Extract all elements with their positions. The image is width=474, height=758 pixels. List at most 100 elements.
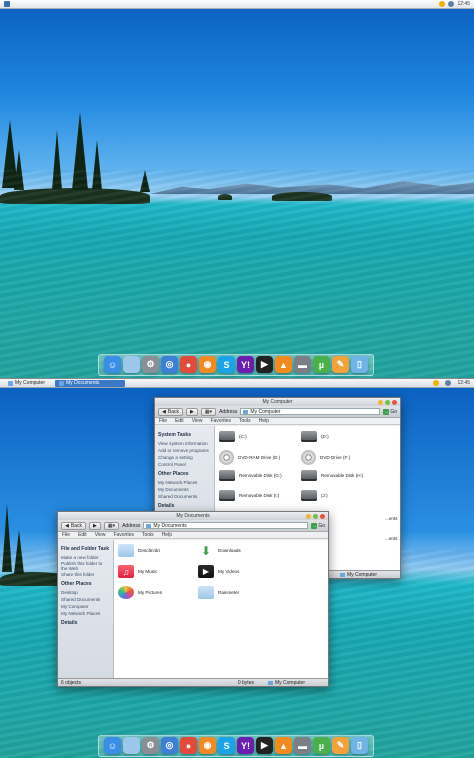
computer-icon: [339, 572, 345, 577]
media-icon[interactable]: ▶: [256, 737, 273, 754]
taskbar-my-computer[interactable]: My Computer: [4, 380, 49, 387]
app-icon[interactable]: ✎: [332, 737, 349, 754]
folder-item[interactable]: ...ents: [385, 516, 398, 521]
trash-icon[interactable]: ▯: [351, 356, 368, 373]
folder-item[interactable]: ...ents: [385, 536, 398, 541]
maximize-button[interactable]: [313, 513, 318, 519]
folder-item[interactable]: My Pictures: [118, 586, 162, 599]
status-icon[interactable]: [433, 380, 440, 386]
go-button[interactable]: → Go: [311, 522, 325, 529]
folder-item[interactable]: ▶ My Videos: [198, 565, 239, 578]
hdd-icon[interactable]: ▬: [294, 356, 311, 373]
minimize-button[interactable]: [306, 513, 311, 519]
menubar-clock[interactable]: 12:45: [457, 1, 470, 7]
menu-edit[interactable]: Edit: [78, 532, 87, 538]
menu-file[interactable]: File: [159, 418, 167, 424]
place-shared-documents[interactable]: Shared Documents: [158, 493, 211, 500]
place-network[interactable]: My Network Places: [158, 479, 211, 486]
chrome-icon[interactable]: ●: [180, 356, 197, 373]
skype-icon[interactable]: S: [218, 737, 235, 754]
back-button[interactable]: ◀ Back: [158, 407, 183, 416]
minimize-button[interactable]: [378, 399, 383, 405]
folder-item[interactable]: Rainmeter: [198, 586, 239, 599]
media-icon[interactable]: ▶: [256, 356, 273, 373]
close-button[interactable]: [392, 399, 397, 405]
drive-item[interactable]: Removable Disk (H:): [301, 470, 363, 481]
task-publish-folder[interactable]: Publish this folder to the Web: [61, 561, 110, 571]
hdd-icon[interactable]: ▬: [294, 737, 311, 754]
place-desktop[interactable]: Desktop: [61, 589, 110, 596]
drive-item[interactable]: (C:): [219, 431, 247, 442]
utorrent-icon[interactable]: µ: [313, 737, 330, 754]
finder-icon[interactable]: ☺: [104, 737, 121, 754]
task-new-folder[interactable]: Make a new folder: [61, 554, 110, 561]
place-shared-documents[interactable]: Shared Documents: [61, 596, 110, 603]
task-control-panel[interactable]: Control Panel: [158, 461, 211, 468]
menu-tools[interactable]: Tools: [239, 418, 251, 424]
views-button[interactable]: ▦▾: [103, 521, 120, 530]
menu-view[interactable]: View: [95, 532, 106, 538]
drive-item[interactable]: Removable Disk (I:): [219, 490, 279, 501]
item-label: My Pictures: [138, 590, 162, 595]
trash-icon[interactable]: ▯: [351, 737, 368, 754]
maximize-button[interactable]: [385, 399, 390, 405]
task-view-system-info[interactable]: View system information: [158, 440, 211, 447]
apple-menu-icon[interactable]: [4, 1, 10, 7]
forward-button[interactable]: ▶: [185, 407, 198, 416]
firefox-icon[interactable]: ◉: [199, 737, 216, 754]
folder-item[interactable]: ♫ My Music: [118, 565, 157, 578]
menu-edit[interactable]: Edit: [175, 418, 184, 424]
place-network[interactable]: My Network Places: [61, 610, 110, 617]
views-button[interactable]: ▦▾: [200, 407, 217, 416]
menu-tools[interactable]: Tools: [142, 532, 154, 538]
yahoo-icon[interactable]: Y!: [237, 737, 254, 754]
close-button[interactable]: [320, 513, 325, 519]
skype-icon[interactable]: S: [218, 356, 235, 373]
drive-item[interactable]: DVD-RAM Drive (E:): [219, 450, 280, 465]
menu-help[interactable]: Help: [259, 418, 269, 424]
vlc-icon[interactable]: ▲: [275, 356, 292, 373]
back-button[interactable]: ◀ Back: [61, 521, 86, 530]
window-title-bar[interactable]: My Documents: [58, 512, 328, 520]
menu-favorites[interactable]: Favorites: [210, 418, 231, 424]
task-share-folder[interactable]: Share this folder: [61, 571, 110, 578]
taskbar-clock[interactable]: 12:45: [457, 380, 470, 386]
launchpad-icon[interactable]: [123, 356, 140, 373]
taskbar-my-documents[interactable]: My Documents: [55, 379, 126, 387]
safari-icon[interactable]: ◎: [161, 356, 178, 373]
folder-item[interactable]: Descărcări: [118, 544, 160, 557]
notification-icon[interactable]: [448, 1, 455, 7]
address-bar[interactable]: My Computer: [240, 408, 381, 415]
app-icon[interactable]: ✎: [332, 356, 349, 373]
firefox-icon[interactable]: ◉: [199, 356, 216, 373]
place-my-computer[interactable]: My Computer: [61, 603, 110, 610]
forward-button[interactable]: ▶: [88, 521, 101, 530]
settings-icon[interactable]: ⚙: [142, 356, 159, 373]
menu-file[interactable]: File: [62, 532, 70, 538]
folder-item[interactable]: ⬇ Downloads: [198, 544, 241, 558]
task-change-setting[interactable]: Change a setting: [158, 454, 211, 461]
go-button[interactable]: → Go: [383, 408, 397, 415]
finder-icon[interactable]: ☺: [104, 356, 121, 373]
drive-item[interactable]: Removable Disk (G:): [219, 470, 282, 481]
menu-help[interactable]: Help: [162, 532, 172, 538]
chrome-icon[interactable]: ●: [180, 737, 197, 754]
safari-icon[interactable]: ◎: [161, 737, 178, 754]
launchpad-icon[interactable]: [123, 737, 140, 754]
menu-favorites[interactable]: Favorites: [113, 532, 134, 538]
drive-item[interactable]: DVD Drive (F:): [301, 450, 350, 465]
utorrent-icon[interactable]: µ: [313, 356, 330, 373]
drive-item[interactable]: (D:): [301, 431, 329, 442]
yahoo-icon[interactable]: Y!: [237, 356, 254, 373]
vlc-icon[interactable]: ▲: [275, 737, 292, 754]
place-my-documents[interactable]: My Documents: [158, 486, 211, 493]
status-icon[interactable]: [439, 1, 446, 7]
go-arrow-icon: →: [311, 522, 318, 529]
menu-view[interactable]: View: [192, 418, 203, 424]
window-title-bar[interactable]: My Computer: [155, 398, 400, 406]
address-bar[interactable]: My Documents: [143, 522, 309, 529]
task-add-remove-programs[interactable]: Add or remove programs: [158, 447, 211, 454]
settings-icon[interactable]: ⚙: [142, 737, 159, 754]
notification-icon[interactable]: [445, 380, 452, 386]
drive-item[interactable]: (J:): [301, 490, 328, 501]
